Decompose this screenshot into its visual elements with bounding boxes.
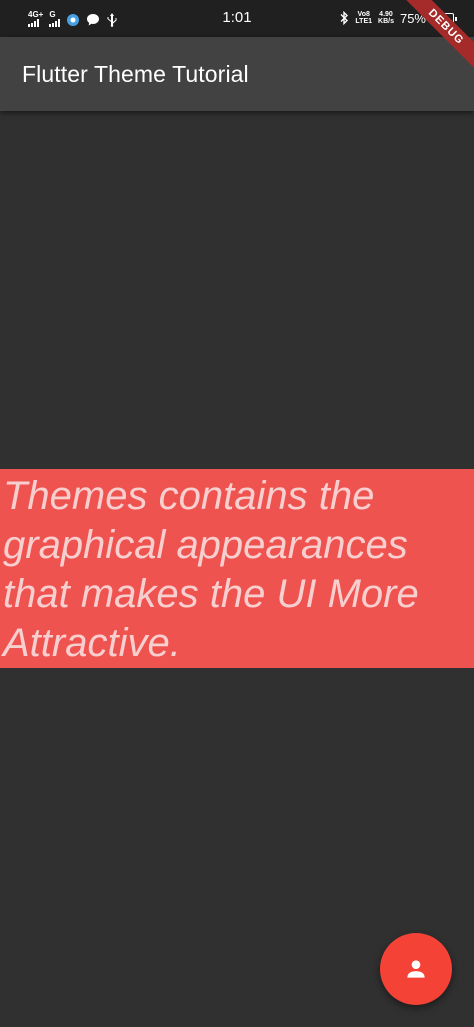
bluetooth-icon — [340, 11, 349, 25]
volte-label: Vo8 — [357, 11, 370, 18]
page-title: Flutter Theme Tutorial — [22, 60, 249, 87]
status-bar: 4G+ G 1:01 Vo8 LTE1 4.90 KB/s 75% — [0, 0, 474, 37]
network-speed: 4.90 KB/s — [378, 11, 394, 25]
floating-action-button[interactable] — [380, 933, 452, 1005]
speed-value: 4.90 — [379, 11, 393, 18]
volte-indicator: Vo8 LTE1 — [355, 11, 372, 25]
lte-label: LTE1 — [355, 18, 373, 25]
person-icon — [407, 960, 425, 978]
speed-unit: KB/s — [378, 18, 394, 25]
theme-description-text: Themes contains the graphical appearance… — [3, 474, 419, 665]
theme-text-container: Themes contains the graphical appearance… — [0, 469, 474, 668]
app-bar: Flutter Theme Tutorial — [0, 37, 474, 111]
